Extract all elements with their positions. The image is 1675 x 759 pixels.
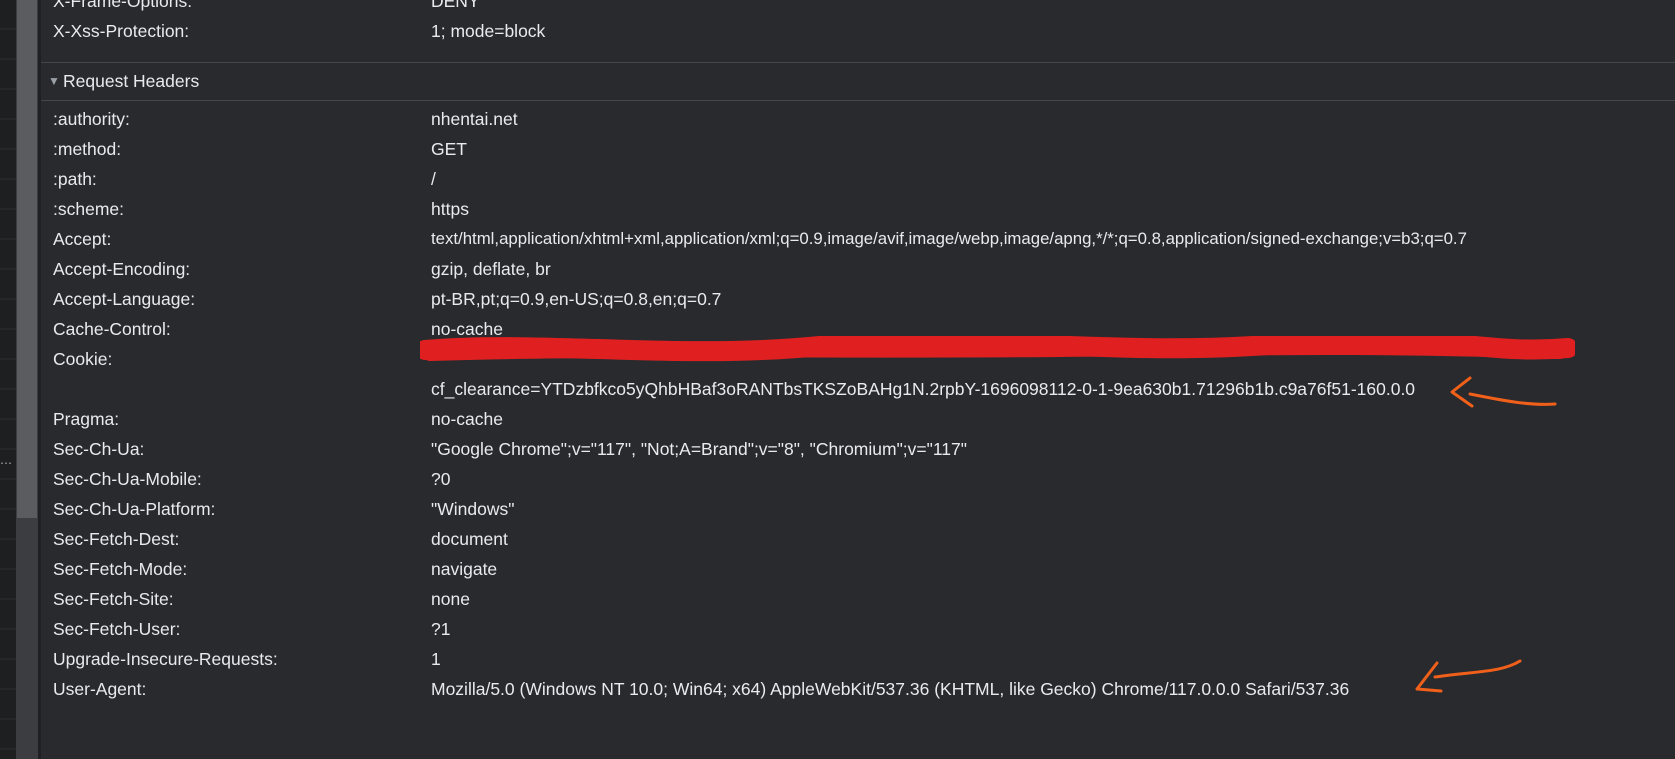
header-name: :authority: xyxy=(53,109,130,129)
header-value: no-cache xyxy=(431,409,503,429)
header-value: text/html,application/xhtml+xml,applicat… xyxy=(431,229,1467,248)
header-value: ?1 xyxy=(431,619,451,639)
header-name: Cookie: xyxy=(53,349,113,369)
header-value: https xyxy=(431,199,469,219)
header-value: DENY xyxy=(431,0,480,11)
header-name: Accept-Language: xyxy=(53,289,196,309)
header-value: "Google Chrome";v="117", "Not;A=Brand";v… xyxy=(431,439,967,459)
header-value: 1 xyxy=(431,649,441,669)
header-value: / xyxy=(431,169,436,189)
header-value: GET xyxy=(431,139,467,159)
redaction-scribble xyxy=(420,336,1575,362)
header-value: nhentai.net xyxy=(431,109,518,129)
header-name: Sec-Ch-Ua: xyxy=(53,439,145,459)
header-name: Accept: xyxy=(53,229,112,249)
header-name: X-Xss-Protection: xyxy=(53,21,190,41)
header-value: Mozilla/5.0 (Windows NT 10.0; Win64; x64… xyxy=(431,679,1350,699)
section-title: Request Headers xyxy=(63,71,200,91)
header-name: Sec-Fetch-Site: xyxy=(53,589,174,609)
header-name: :path: xyxy=(53,169,97,189)
header-name: Sec-Fetch-User: xyxy=(53,619,181,639)
header-name: :method: xyxy=(53,139,122,159)
header-name: Pragma: xyxy=(53,409,120,429)
left-panel-edge xyxy=(0,0,16,759)
header-value: document xyxy=(431,529,508,549)
header-name: Cache-Control: xyxy=(53,319,171,339)
header-name: Accept-Encoding: xyxy=(53,259,191,279)
header-name: X-Frame-Options: xyxy=(53,0,193,11)
arrow-left-icon xyxy=(1415,659,1522,693)
header-value: "Windows" xyxy=(431,499,515,519)
header-name: Sec-Fetch-Dest: xyxy=(53,529,180,549)
header-name: Sec-Ch-Ua-Mobile: xyxy=(53,469,202,489)
panel-divider xyxy=(38,0,41,759)
header-name: Upgrade-Insecure-Requests: xyxy=(53,649,278,669)
request-headers-section-toggle[interactable]: ▼ Request Headers xyxy=(41,62,1675,101)
arrow-left-icon xyxy=(1450,376,1557,408)
triangle-down-icon: ▼ xyxy=(48,74,60,88)
header-value: ?0 xyxy=(431,469,451,489)
header-value: 1; mode=block xyxy=(431,21,546,41)
header-name: User-Agent: xyxy=(53,679,147,699)
header-value: cf_clearance=YTDzbfkco5yQhbHBaf3oRANTbsT… xyxy=(431,379,1416,399)
ellipsis-icon: ⋯ xyxy=(0,456,12,470)
header-name: :scheme: xyxy=(53,199,124,219)
header-value: pt-BR,pt;q=0.9,en-US;q=0.8,en;q=0.7 xyxy=(431,289,722,309)
header-value: navigate xyxy=(431,559,498,579)
header-value: none xyxy=(431,589,470,609)
header-value: gzip, deflate, br xyxy=(431,259,551,279)
header-name: Sec-Fetch-Mode: xyxy=(53,559,188,579)
scrollbar-thumb[interactable] xyxy=(17,0,37,518)
header-name: Sec-Ch-Ua-Platform: xyxy=(53,499,216,519)
